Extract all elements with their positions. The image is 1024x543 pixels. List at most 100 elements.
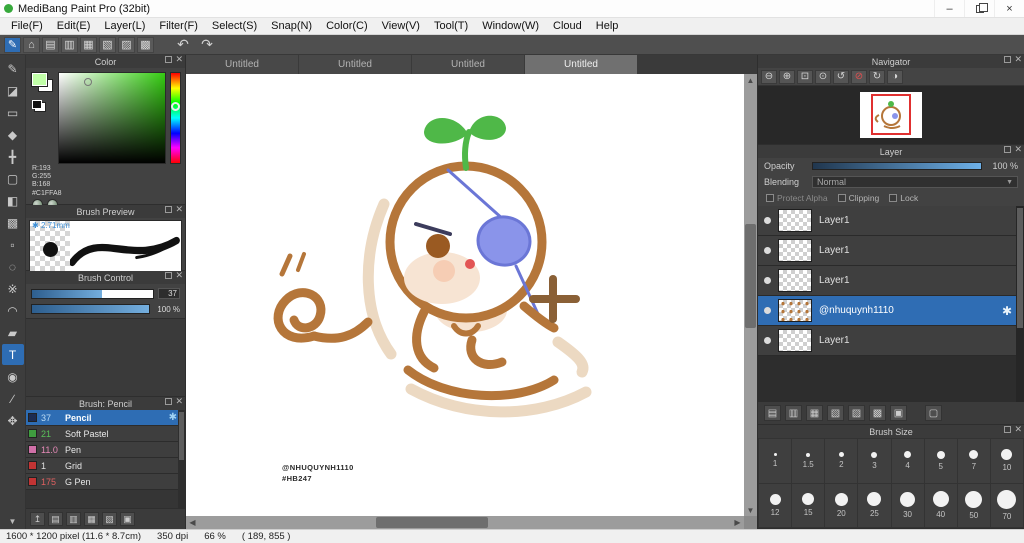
document-icon[interactable]: ▦ — [80, 37, 97, 53]
menu-layer[interactable]: Layer(L) — [97, 18, 152, 34]
close-icon[interactable]: ✕ — [175, 206, 183, 213]
flip-horizontal-icon[interactable]: ◑ — [887, 70, 903, 84]
brush-size-option[interactable]: 7 — [958, 439, 990, 483]
color-swatches[interactable] — [30, 72, 54, 164]
navigator-thumbnail[interactable] — [860, 92, 922, 138]
vertical-scroll-thumb[interactable] — [745, 224, 756, 328]
tab-untitled-2[interactable]: Untitled — [299, 55, 411, 74]
menu-snap[interactable]: Snap(N) — [264, 18, 319, 34]
pen-tool-icon[interactable]: ✎ — [2, 58, 24, 79]
brush-size-option[interactable]: 40 — [925, 484, 957, 528]
marquee-tool-icon[interactable]: ▭ — [2, 102, 24, 123]
sv-marker[interactable] — [84, 78, 92, 86]
layer-row-3[interactable]: Layer1 — [758, 266, 1024, 296]
close-icon[interactable]: ✕ — [1014, 426, 1022, 433]
menu-edit[interactable]: Edit(E) — [50, 18, 98, 34]
default-colors-swatch[interactable] — [34, 102, 46, 112]
scroll-down-icon[interactable]: ▼ — [744, 504, 757, 516]
curve-tool-icon[interactable]: ◠ — [2, 300, 24, 321]
menu-filter[interactable]: Filter(F) — [152, 18, 205, 34]
eraser-tool-icon[interactable]: ◪ — [2, 80, 24, 101]
operation-tool-icon[interactable]: ◉ — [2, 366, 24, 387]
duplicate-layer-icon[interactable]: ▥ — [785, 405, 802, 421]
scroll-right-icon[interactable]: ▶ — [731, 516, 744, 529]
drawing-canvas[interactable]: @NHUQUYNH1110 #HB247 — [186, 74, 744, 516]
tab-untitled-1[interactable]: Untitled — [186, 55, 298, 74]
close-icon[interactable]: ✕ — [175, 398, 183, 405]
menu-cloud[interactable]: Cloud — [546, 18, 589, 34]
reset-rotation-icon[interactable]: ⊘ — [851, 70, 867, 84]
hue-marker[interactable] — [171, 102, 180, 111]
layer-move-icon[interactable]: ▧ — [827, 405, 844, 421]
popout-icon[interactable] — [1004, 426, 1011, 433]
layer-folder-icon[interactable]: ▨ — [848, 405, 865, 421]
layer-row-4-selected[interactable]: @nhuquynh1110 ✱ — [758, 296, 1024, 326]
brush-size-option[interactable]: 30 — [892, 484, 924, 528]
comment-icon[interactable]: ▤ — [42, 37, 59, 53]
popout-icon[interactable] — [165, 56, 172, 63]
lock-checkbox[interactable]: Lock — [889, 193, 918, 203]
toolstrip-overflow-icon[interactable]: ▼ — [9, 517, 17, 529]
actual-size-icon[interactable]: ⊙ — [815, 70, 831, 84]
brush-size-option[interactable]: 1.5 — [792, 439, 824, 483]
fit-window-icon[interactable]: ⊡ — [797, 70, 813, 84]
lasso-tool-icon[interactable]: ◌ — [2, 256, 24, 277]
close-icon[interactable]: ✕ — [175, 56, 183, 63]
brush-list-scrollbar[interactable] — [178, 410, 185, 508]
tab-untitled-4-active[interactable]: Untitled — [525, 55, 637, 74]
brush-size-option[interactable]: 70 — [991, 484, 1023, 528]
select-tool-icon[interactable]: ▫ — [2, 234, 24, 255]
grid-view-icon[interactable]: ▨ — [118, 37, 135, 53]
delete-layer-icon[interactable]: ▢ — [925, 405, 942, 421]
layer-row-2[interactable]: Layer1 — [758, 236, 1024, 266]
brush-item-pencil[interactable]: 37 Pencil ✱ — [26, 410, 185, 426]
bucket-tool-icon[interactable]: ◧ — [2, 190, 24, 211]
scroll-up-icon[interactable]: ▲ — [744, 74, 757, 86]
maximize-button[interactable] — [964, 0, 994, 17]
brush-item-pen[interactable]: 11.0 Pen — [26, 442, 185, 458]
close-button[interactable]: × — [994, 0, 1024, 17]
brush-size-option[interactable]: 20 — [825, 484, 857, 528]
tab-untitled-3[interactable]: Untitled — [412, 55, 524, 74]
popout-icon[interactable] — [1004, 56, 1011, 63]
menu-tool[interactable]: Tool(T) — [427, 18, 475, 34]
divide-tool-icon[interactable]: ▰ — [2, 322, 24, 343]
brush-size-slider[interactable] — [31, 289, 154, 299]
menu-view[interactable]: View(V) — [375, 18, 427, 34]
opacity-slider[interactable] — [812, 162, 982, 170]
brush-size-option[interactable]: 5 — [925, 439, 957, 483]
redo-button[interactable]: ↷ — [196, 36, 218, 53]
hue-slider[interactable] — [170, 72, 181, 164]
brush-size-option[interactable]: 15 — [792, 484, 824, 528]
menu-file[interactable]: File(F) — [4, 18, 50, 34]
zoom-in-icon[interactable]: ⊕ — [779, 70, 795, 84]
brush-size-option[interactable]: 10 — [991, 439, 1023, 483]
brush-item-g-pen[interactable]: 175 G Pen — [26, 474, 185, 490]
text-tool-icon[interactable]: T — [2, 344, 24, 365]
layer-visibility-icon[interactable] — [764, 307, 771, 314]
horizontal-scrollbar[interactable]: ◀ ▶ — [186, 516, 757, 529]
layer-visibility-icon[interactable] — [764, 277, 771, 284]
horizontal-scroll-thumb[interactable] — [376, 517, 488, 528]
edit-brush-icon[interactable]: ▥ — [66, 512, 81, 526]
add-layer-icon[interactable]: ▤ — [764, 405, 781, 421]
move-tool-icon[interactable]: ╋ — [2, 146, 24, 167]
brush-size-value[interactable]: 37 — [158, 288, 180, 299]
layer-visibility-icon[interactable] — [764, 337, 771, 344]
magic-wand-tool-icon[interactable]: ※ — [2, 278, 24, 299]
brush-size-option[interactable]: 1 — [759, 439, 791, 483]
layer-visibility-icon[interactable] — [764, 247, 771, 254]
save-icon[interactable]: ⌂ — [23, 37, 40, 53]
add-brush-icon[interactable]: ▤ — [48, 512, 63, 526]
new-document-icon[interactable]: ▧ — [99, 37, 116, 53]
brush-item-grid[interactable]: 1 Grid — [26, 458, 185, 474]
close-icon[interactable]: ✕ — [1014, 146, 1022, 153]
blending-dropdown[interactable]: Normal ▼ — [812, 176, 1018, 188]
rotate-ccw-icon[interactable]: ↺ — [833, 70, 849, 84]
merge-layer-icon[interactable]: ▩ — [869, 405, 886, 421]
clear-layer-icon[interactable]: ▦ — [806, 405, 823, 421]
minimize-button[interactable]: – — [934, 0, 964, 17]
clipping-checkbox[interactable]: Clipping — [838, 193, 880, 203]
menu-window[interactable]: Window(W) — [475, 18, 546, 34]
upload-brush-icon[interactable]: ↥ — [30, 512, 45, 526]
